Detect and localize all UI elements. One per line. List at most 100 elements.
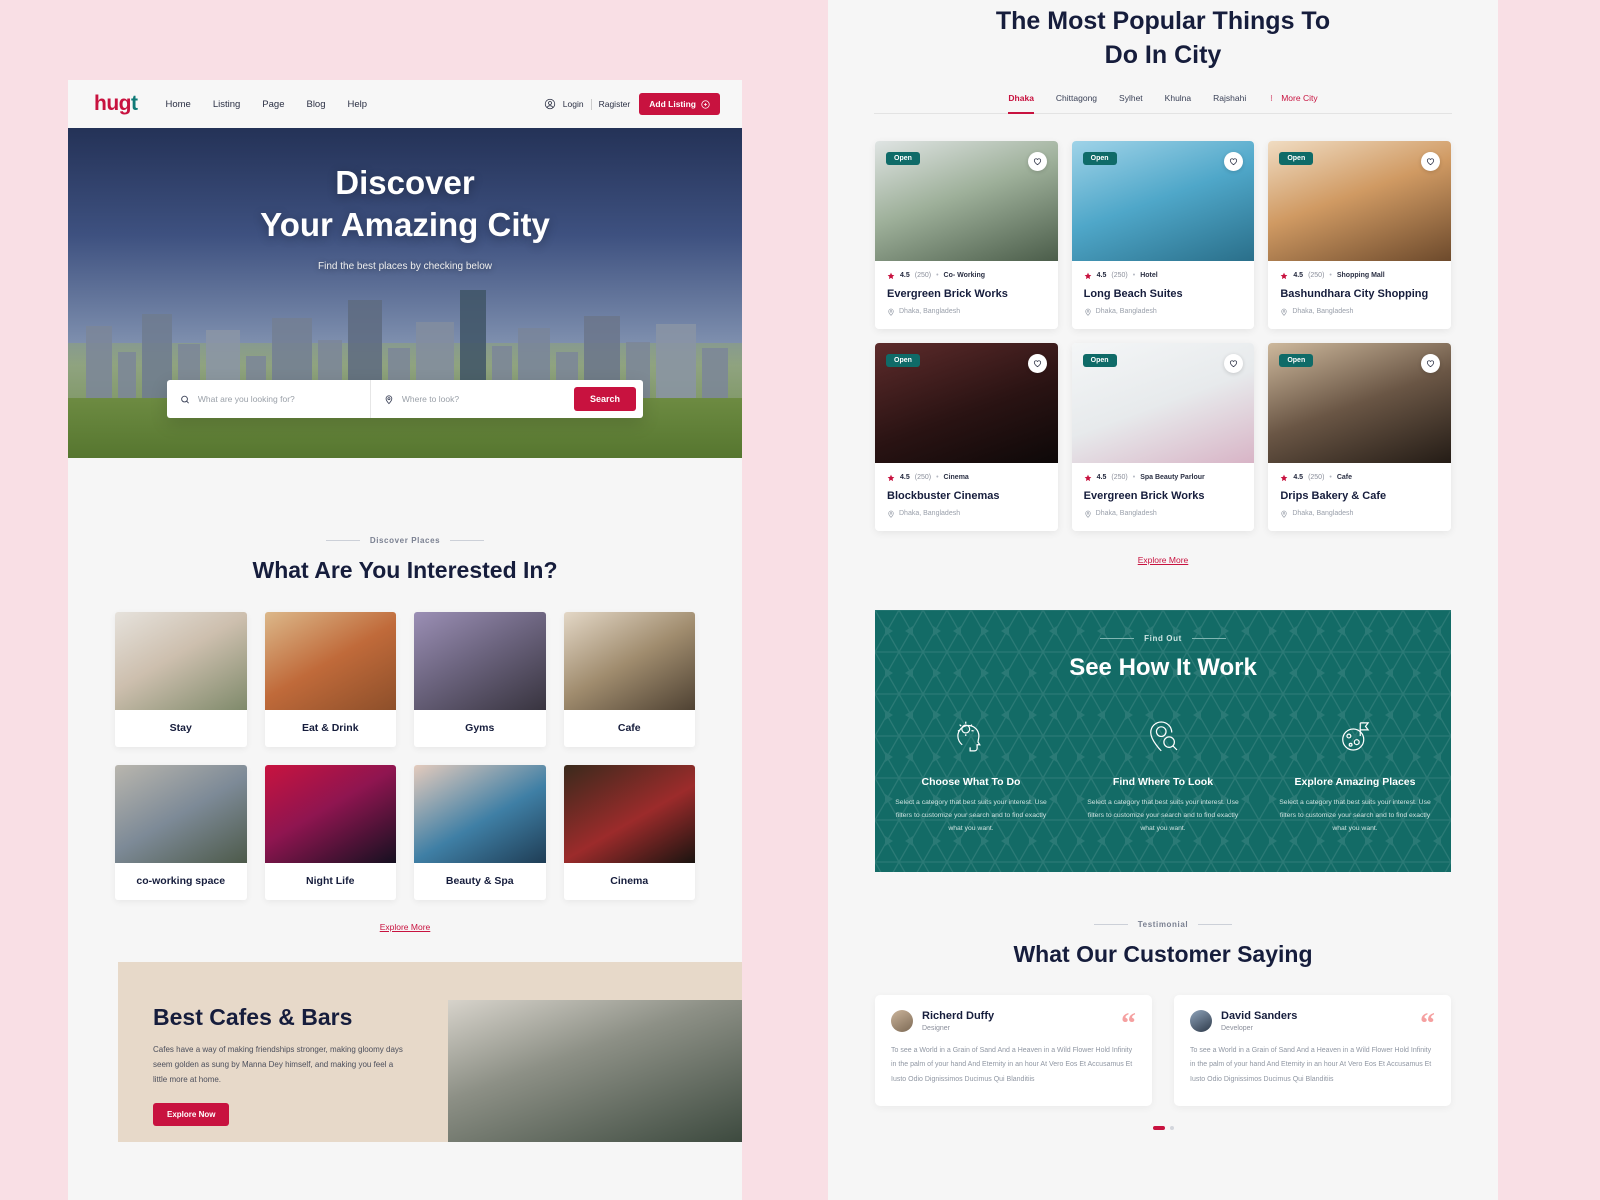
listing-location-row: Dhaka, Bangladesh	[1084, 308, 1243, 316]
listing-review-count: (250)	[914, 272, 932, 279]
testimonial-identity: David Sanders Developer	[1221, 1010, 1297, 1032]
testimonial-header: David Sanders Developer	[1190, 1009, 1435, 1032]
listing-body: 4.5 (250) • Spa Beauty Parlour Evergreen…	[1072, 463, 1255, 531]
listing-location-row: Dhaka, Bangladesh	[1084, 510, 1243, 518]
listing-review-count: (250)	[1308, 474, 1325, 481]
search-where-field[interactable]	[369, 380, 574, 418]
search-icon	[181, 395, 189, 404]
favorite-button[interactable]	[1224, 353, 1244, 373]
listing-photo: Open	[1268, 342, 1451, 463]
favorite-button[interactable]	[1027, 151, 1047, 171]
register-link[interactable]: Ragister	[599, 99, 631, 109]
location-pin-icon	[1281, 510, 1287, 518]
search-what-input[interactable]	[197, 394, 357, 404]
listing-name[interactable]: Long Beach Suites	[1084, 288, 1243, 300]
listing-name[interactable]: Blockbuster Cinemas	[887, 490, 1046, 502]
listing-location-row: Dhaka, Bangladesh	[887, 308, 1046, 316]
site-logo[interactable]: hugt	[94, 92, 138, 116]
star-icon	[1084, 272, 1091, 279]
listing-name[interactable]: Evergreen Brick Works	[1084, 490, 1243, 502]
testimonial-text: To see a World in a Grain of Sand And a …	[1190, 1046, 1432, 1083]
interests-grid: Stay Eat & Drink Gyms Cafe co-working sp…	[68, 612, 742, 900]
interest-label: Cinema	[610, 875, 649, 887]
city-tab-dhaka[interactable]: Dhaka	[1008, 93, 1034, 114]
interests-explore-more-link[interactable]: Explore More	[68, 922, 742, 932]
nav-item-home[interactable]: Home	[165, 99, 190, 110]
listing-card[interactable]: Open 4.5 (250) • Hotel Long Beach Suites	[1071, 140, 1255, 329]
listing-card[interactable]: Open 4.5 (250) • Shopping Mall Bashundha…	[1268, 140, 1451, 329]
search-button[interactable]: Search	[573, 387, 636, 411]
listing-category: Shopping Mall	[1336, 272, 1385, 279]
listing-location: Dhaka, Bangladesh	[1095, 308, 1157, 315]
listing-location-row: Dhaka, Bangladesh	[1280, 308, 1439, 316]
auth-links: Login Ragister	[544, 98, 630, 110]
plus-circle-icon	[701, 99, 710, 109]
popular-title-line-1: The Most Popular Things To	[995, 7, 1331, 35]
interest-card[interactable]: co-working space	[115, 765, 247, 900]
best-cafes-band: Best Cafes & Bars Cafes have a way of ma…	[118, 962, 742, 1142]
meta-separator: •	[936, 272, 939, 279]
hero-banner: Discover Your Amazing City Find the best…	[68, 128, 742, 458]
favorite-button[interactable]	[1421, 151, 1440, 171]
add-listing-button[interactable]: Add Listing	[639, 93, 720, 115]
listing-meta: 4.5 (250) • Hotel	[1084, 272, 1243, 280]
favorite-button[interactable]	[1421, 353, 1440, 373]
login-link[interactable]: Login	[563, 99, 584, 109]
dots-vertical-icon	[1271, 94, 1273, 101]
meta-separator: •	[1132, 272, 1136, 279]
nav-item-blog[interactable]: Blog	[306, 99, 325, 110]
interest-card[interactable]: Cafe	[563, 612, 695, 747]
popular-explore-more-link[interactable]: Explore More	[828, 555, 1498, 565]
nav-item-listing[interactable]: Listing	[213, 99, 240, 110]
listing-card[interactable]: Open 4.5 (250) • Cinema Blockbuster Cine…	[875, 342, 1058, 531]
listing-location: Dhaka, Bangladesh	[1292, 510, 1354, 517]
listing-name[interactable]: Drips Bakery & Cafe	[1280, 490, 1439, 502]
best-cafes-button[interactable]: Explore Now	[153, 1103, 230, 1127]
nav-item-page[interactable]: Page	[262, 99, 284, 110]
head-idea-icon	[957, 721, 981, 751]
interest-card[interactable]: Night Life	[264, 765, 396, 900]
interests-section: Discover Places What Are You Interested …	[68, 458, 742, 932]
listing-name[interactable]: Evergreen Brick Works	[887, 288, 1046, 300]
listing-name[interactable]: Bashundhara City Shopping	[1280, 288, 1439, 300]
interest-card[interactable]: Beauty & Spa	[414, 765, 546, 900]
city-tab-rajshahi[interactable]: Rajshahi	[1213, 93, 1246, 108]
testimonial-role: Designer	[922, 1024, 951, 1032]
interest-label: Cafe	[617, 722, 641, 734]
popular-title-line-2: Do In City	[1104, 40, 1222, 69]
logo-text-accent: t	[130, 92, 138, 115]
heart-icon	[1230, 157, 1238, 165]
listing-location: Dhaka, Bangladesh	[899, 510, 961, 517]
interest-card[interactable]: Eat & Drink	[264, 612, 396, 747]
testimonial-grid: Richerd Duffy Designer “ To see a World …	[828, 994, 1498, 1106]
nav-item-help[interactable]: Help	[348, 99, 368, 110]
interest-card[interactable]: Gyms	[414, 612, 546, 747]
search-where-input[interactable]	[401, 394, 561, 404]
pagination-dot-active[interactable]	[1152, 1125, 1165, 1130]
city-tab-chittagong[interactable]: Chittagong	[1056, 93, 1097, 108]
heart-icon	[1426, 359, 1435, 367]
interest-label: Eat & Drink	[301, 722, 359, 734]
interest-thumb-night-life	[264, 765, 396, 863]
listing-card[interactable]: Open 4.5 (250) • Co- Working Evergreen B…	[875, 140, 1058, 329]
interest-card[interactable]: Cinema	[563, 765, 695, 900]
city-tab-khulna[interactable]: Khulna	[1165, 93, 1191, 108]
location-pin-icon	[1084, 308, 1091, 316]
testimonial-pagination[interactable]	[828, 1125, 1498, 1130]
interest-label: Beauty & Spa	[445, 875, 514, 887]
heart-icon	[1033, 157, 1041, 165]
interest-card[interactable]: Stay	[115, 612, 247, 747]
favorite-button[interactable]	[1224, 151, 1244, 171]
status-badge: Open	[886, 151, 920, 165]
listing-card[interactable]: Open 4.5 (250) • Cafe Drips Bakery & Caf…	[1268, 342, 1451, 531]
city-tab-sylhet[interactable]: Sylhet	[1119, 93, 1143, 108]
listing-card[interactable]: Open 4.5 (250) • Spa Beauty Parlour Ever…	[1071, 342, 1255, 531]
search-what-field[interactable]	[167, 380, 370, 418]
heart-icon	[1033, 359, 1041, 367]
pagination-dot[interactable]	[1169, 1125, 1174, 1130]
favorite-button[interactable]	[1027, 353, 1047, 373]
listing-rating: 4.5	[900, 272, 910, 279]
city-tab-more-city[interactable]: More City	[1268, 93, 1318, 108]
how-eyebrow: Find Out	[875, 634, 1451, 643]
how-step-body: Select a category that best suits your i…	[895, 798, 1047, 833]
